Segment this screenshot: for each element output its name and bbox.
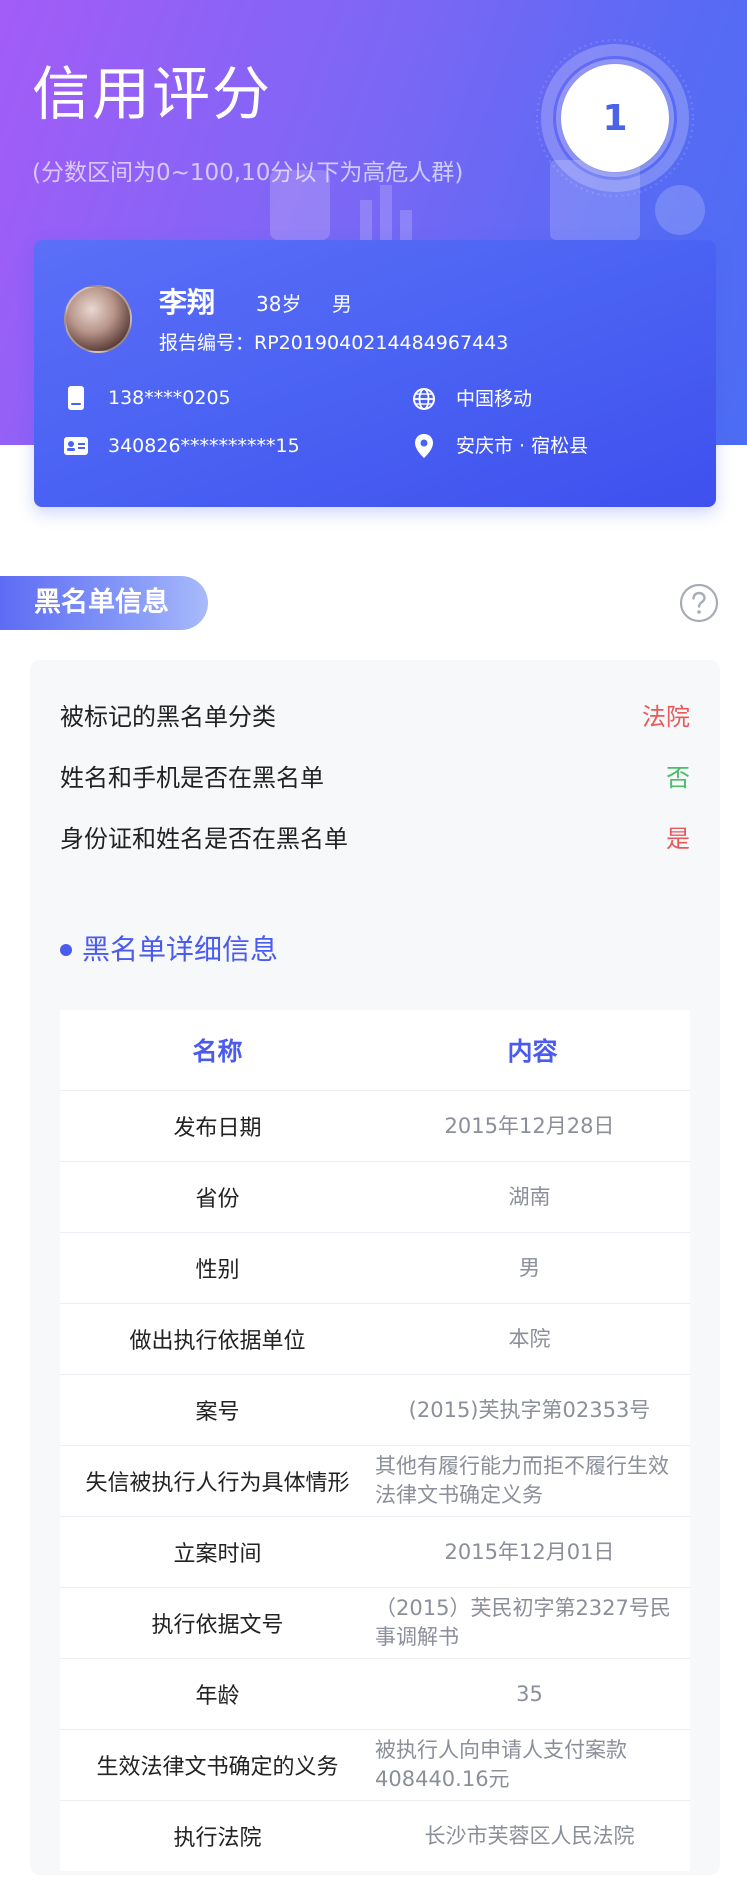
cell-key: 发布日期 [173,1116,262,1141]
id-info: 340826**********15 [62,432,300,460]
cell-value: 其他有履行能力而拒不履行生效法律文书确定义务 [375,1454,669,1507]
row-value: 法院 [642,702,690,731]
report-number: 报告编号：RP2019040214484967443 [159,332,509,354]
table-row: 性别 男 [60,1233,690,1304]
section-title-blacklist: 黑名单信息 [0,576,208,630]
id-number: 340826**********15 [108,435,300,457]
help-icon[interactable] [679,583,719,623]
carrier-name: 中国移动 [456,388,533,410]
score-range-note: (分数区间为0~100,10分以下为高危人群) [32,160,464,186]
row-label: 身份证和姓名是否在黑名单 [60,824,348,853]
phone-number: 138****0205 [108,387,231,409]
row-label: 姓名和手机是否在黑名单 [60,763,324,792]
phone-info: 138****0205 [62,384,231,412]
user-name: 李翔 [159,286,216,319]
cell-key: 案号 [195,1400,240,1425]
blacklist-detail-table: 名称 内容 发布日期 2015年12月28日 省份 湖南 性别 男 做出执行依据… [60,1010,690,1871]
cell-key: 生效法律文书确定的义务 [96,1755,339,1780]
bullet-dot [60,944,72,956]
location-pin-icon [410,432,438,460]
table-header: 名称 内容 [60,1010,690,1091]
table-row: 执行依据文号 （2015）芙民初字第2327号民事调解书 [60,1588,690,1659]
cell-key: 执行法院 [173,1826,262,1851]
blacklist-panel: 被标记的黑名单分类 法院 姓名和手机是否在黑名单 否 身份证和姓名是否在黑名单 … [30,660,720,1875]
column-header-name: 名称 [192,1037,243,1066]
cell-value: （2015）芙民初字第2327号民事调解书 [375,1596,671,1649]
row-value: 否 [666,763,690,792]
score-gauge: 1 [527,36,697,206]
table-row: 年龄 35 [60,1659,690,1730]
page-title: 信用评分 [32,60,273,128]
cell-key: 立案时间 [173,1542,262,1567]
cell-value: 35 [516,1681,543,1706]
table-row: 省份 湖南 [60,1162,690,1233]
table-row: 发布日期 2015年12月28日 [60,1091,690,1162]
cell-value: 被执行人向申请人支付案款408440.16元 [375,1738,627,1791]
table-row: 执行法院 长沙市芙蓉区人民法院 [60,1801,690,1871]
score-circle: 1 [561,64,669,172]
cell-key: 省份 [195,1187,240,1212]
blacklist-row-name-phone: 姓名和手机是否在黑名单 否 [60,755,690,795]
globe-icon [410,385,438,413]
table-row: 立案时间 2015年12月01日 [60,1517,690,1588]
cell-key: 性别 [195,1258,240,1283]
table-row: 案号 (2015)芙执字第02353号 [60,1375,690,1446]
location-info: 安庆市 · 宿松县 [410,432,588,460]
cell-value: 长沙市芙蓉区人民法院 [424,1823,635,1848]
score-value: 1 [602,97,628,139]
column-header-content: 内容 [507,1037,558,1066]
cell-value: 2015年12月01日 [444,1539,615,1564]
cell-value: 2015年12月28日 [444,1113,615,1138]
user-gender: 男 [332,292,352,316]
blacklist-row-id-name: 身份证和姓名是否在黑名单 是 [60,816,690,856]
table-row: 做出执行依据单位 本院 [60,1304,690,1375]
table-row: 失信被执行人行为具体情形 其他有履行能力而拒不履行生效法律文书确定义务 [60,1446,690,1517]
cell-key: 年龄 [195,1684,240,1709]
user-age: 38岁 [256,292,302,316]
phone-icon [62,384,90,412]
blacklist-row-category: 被标记的黑名单分类 法院 [60,694,690,734]
carrier-info: 中国移动 [410,385,532,413]
avatar [64,285,132,353]
row-label: 被标记的黑名单分类 [60,702,276,731]
detail-title-text: 黑名单详细信息 [82,933,279,966]
profile-card: 李翔 38岁 男 报告编号：RP2019040214484967443 138*… [34,240,716,507]
row-value: 是 [666,824,690,853]
detail-section-title: 黑名单详细信息 [60,930,278,970]
cell-value: (2015)芙执字第02353号 [408,1397,651,1422]
location-text: 安庆市 · 宿松县 [456,435,589,457]
table-row: 生效法律文书确定的义务 被执行人向申请人支付案款408440.16元 [60,1730,690,1801]
cell-value: 本院 [508,1326,551,1351]
cell-key: 做出执行依据单位 [129,1329,306,1354]
cell-key: 失信被执行人行为具体情形 [85,1471,350,1496]
cell-key: 执行依据文号 [151,1613,284,1638]
cell-value: 男 [519,1255,540,1280]
cell-value: 湖南 [508,1184,551,1209]
id-card-icon [62,432,90,460]
